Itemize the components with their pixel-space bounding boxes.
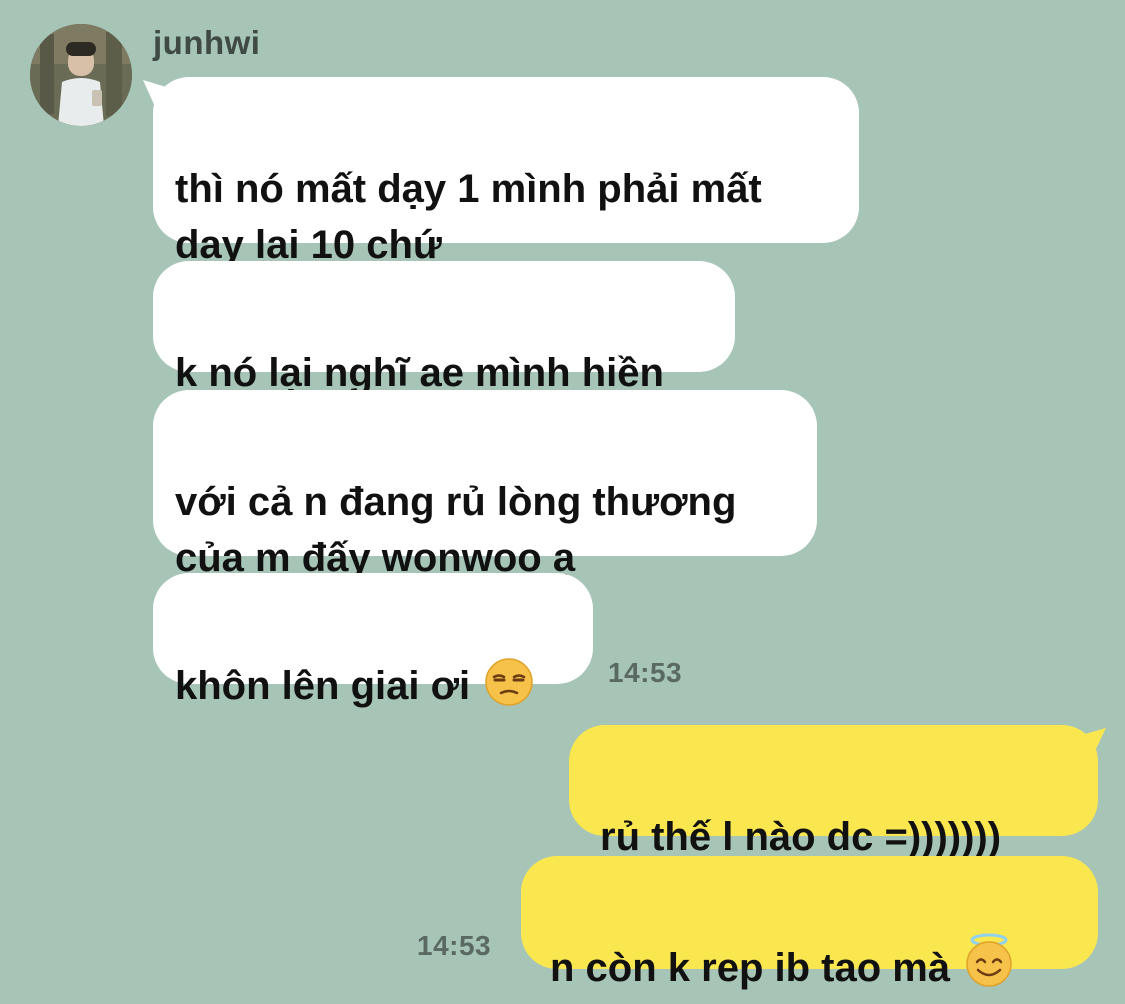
outgoing-message[interactable]: n còn k rep ib tao mà: [521, 856, 1098, 990]
unamused-face-icon: [484, 657, 534, 707]
incoming-message[interactable]: với cả n đang rủ lòng thương của m đấy w…: [153, 390, 817, 580]
incoming-message[interactable]: thì nó mất dạy 1 mình phải mất dạy lại 1…: [153, 77, 859, 267]
message-text: rủ thế l nào dc =))))))): [600, 815, 1002, 859]
smiling-face-with-halo-icon: [964, 933, 1014, 991]
message-timestamp: 14:53: [608, 657, 683, 688]
message-timestamp: 14:53: [417, 930, 492, 961]
outgoing-message[interactable]: rủ thế l nào dc =))))))): [569, 725, 1098, 859]
sender-name: junhwi: [153, 24, 261, 61]
message-text: k nó lại nghĩ ae mình hiền: [175, 351, 664, 395]
message-text: n còn k rep ib tao mà: [550, 946, 951, 990]
message-text: với cả n đang rủ lòng thương của m đấy w…: [175, 480, 737, 580]
incoming-message[interactable]: khôn lên giai ơi: [153, 573, 593, 708]
avatar-photo-icon: [30, 24, 132, 126]
message-text: thì nó mất dạy 1 mình phải mất dạy lại 1…: [175, 167, 762, 267]
message-text: khôn lên giai ơi: [175, 664, 471, 708]
incoming-message[interactable]: k nó lại nghĩ ae mình hiền: [153, 261, 735, 395]
avatar[interactable]: [30, 24, 132, 126]
